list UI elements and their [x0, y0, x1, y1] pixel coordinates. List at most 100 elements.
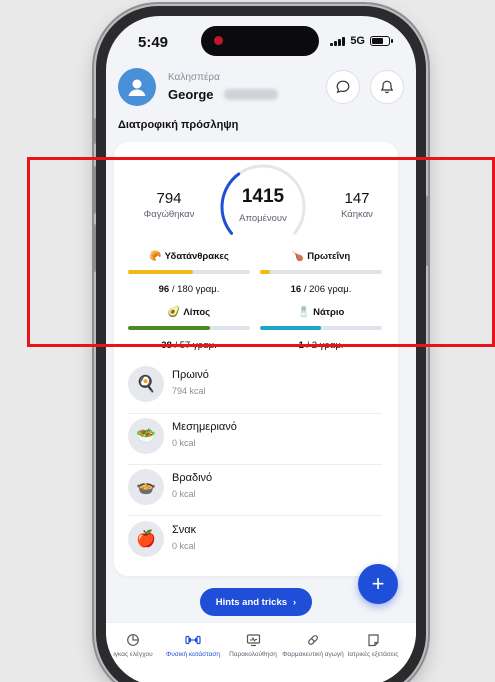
meal-name: Μεσημεριανό	[172, 421, 237, 433]
divider	[128, 515, 382, 516]
macro-label: Λίπος	[183, 307, 211, 318]
hints-button[interactable]: Hints and tricks ›	[200, 588, 312, 616]
remaining-value: 1415	[241, 186, 285, 207]
meal-name: Πρωινό	[172, 369, 209, 381]
macro-bar	[128, 270, 193, 274]
macro-bar	[260, 326, 321, 330]
status-time: 5:49	[138, 34, 169, 51]
macro-track	[260, 326, 382, 330]
macro-carbs: 🥐 Υδατάνθρακες 96 / 180 γραμ.	[128, 250, 250, 295]
app-screen: 5:49 5G Καλησπέρα George Διατροφική πρόσ…	[106, 16, 416, 682]
status-indicators: 5G	[330, 35, 393, 47]
eaten-stat: 794 Φαγώθηκαν	[132, 190, 206, 220]
monitor-icon	[222, 631, 284, 649]
macro-track	[260, 270, 382, 274]
macro-protein: 🍗 Πρωτεΐνη 16 / 206 γραμ.	[260, 250, 382, 295]
signal-icon	[330, 36, 346, 46]
meal-lunch[interactable]: 🥗 Μεσημεριανό 0 kcal	[128, 418, 378, 458]
nutrition-card: 794 Φαγώθηκαν 1415 Απομένουν 147 Κάηκαν …	[114, 142, 398, 576]
tab-label: Φυσική κατάσταση	[166, 651, 220, 658]
dinner-plate-icon: 🍲	[128, 469, 164, 505]
drumstick-icon: 🍗	[291, 250, 305, 262]
meal-name: Βραδινό	[172, 472, 213, 484]
tab-fitness[interactable]: Φυσική κατάσταση	[162, 631, 224, 659]
tab-monitoring[interactable]: Παρακολούθηση	[222, 631, 284, 659]
divider	[128, 464, 382, 465]
macro-bar	[260, 270, 270, 274]
macro-consumed: 96	[158, 284, 170, 295]
macro-consumed: 1	[298, 340, 304, 351]
pill-icon	[282, 631, 344, 649]
dumbbell-icon	[162, 631, 224, 649]
chat-bubble-icon	[336, 80, 350, 94]
chat-button[interactable]	[326, 70, 360, 104]
macro-track	[128, 326, 250, 330]
tab-medication[interactable]: Φαρμακευτική αγωγή	[282, 631, 344, 659]
macro-label: Υδατάνθρακες	[164, 251, 229, 262]
battery-icon	[370, 36, 393, 46]
header: Καλησπέρα George	[118, 68, 404, 108]
macro-sodium: 🧂 Νάτριο 1 / 2 γραμ.	[260, 306, 382, 351]
mute-switch	[92, 118, 96, 144]
remaining-label: Απομένουν	[239, 213, 287, 224]
bell-icon	[380, 80, 394, 94]
meal-kcal: 0 kcal	[172, 541, 196, 551]
username: George	[168, 87, 214, 102]
burned-stat: 147 Κάηκαν	[320, 190, 394, 220]
meal-dinner[interactable]: 🍲 Βραδινό 0 kcal	[128, 469, 378, 509]
dynamic-island	[201, 26, 319, 56]
add-button[interactable]: +	[358, 564, 398, 604]
meal-name: Σνακ	[172, 524, 197, 536]
hints-label: Hints and tricks	[215, 596, 288, 608]
tab-dashboard[interactable]: ιγκας ελέγχου	[106, 631, 164, 659]
tab-label: ιγκας ελέγχου	[113, 651, 153, 658]
macro-consumed: 38	[161, 340, 172, 351]
macro-total: / 206 γραμ.	[303, 284, 352, 295]
breakfast-pan-icon: 🍳	[128, 366, 164, 402]
meal-breakfast[interactable]: 🍳 Πρωινό 794 kcal	[128, 366, 378, 406]
chart-icon	[106, 631, 164, 649]
macro-label: Νάτριο	[313, 307, 345, 318]
salt-shaker-icon: 🧂	[297, 306, 311, 318]
salad-bowl-icon: 🥗	[128, 418, 164, 454]
volume-down-button	[92, 224, 96, 272]
meal-kcal: 0 kcal	[172, 438, 196, 448]
eaten-value: 794	[156, 190, 182, 207]
volume-up-button	[92, 166, 96, 214]
macro-label: Πρωτεΐνη	[307, 251, 351, 262]
tab-bar: ιγκας ελέγχου Φυσική κατάσταση Παρακολού…	[106, 622, 416, 682]
phone-frame: 5:49 5G Καλησπέρα George Διατροφική πρόσ…	[92, 6, 430, 682]
apple-icon: 🍎	[128, 521, 164, 557]
meal-snack[interactable]: 🍎 Σνακ 0 kcal	[128, 521, 378, 561]
macro-track	[128, 270, 250, 274]
macro-total: / 180 γραμ.	[171, 284, 220, 295]
meal-kcal: 0 kcal	[172, 489, 196, 499]
tab-label: Παρακολούθηση	[229, 651, 277, 658]
tab-label: Φαρμακευτική αγωγή	[282, 651, 344, 658]
avatar[interactable]	[118, 68, 156, 106]
macro-fat: 🥑 Λίπος 38 / 57 γραμ.	[128, 306, 250, 351]
burned-value: 147	[344, 190, 370, 207]
macro-consumed: 16	[290, 284, 302, 295]
notifications-button[interactable]	[370, 70, 404, 104]
clipboard-icon	[342, 631, 404, 649]
macro-total: / 2 γραμ.	[306, 340, 344, 351]
greeting-text: Καλησπέρα	[168, 72, 220, 83]
burned-label: Κάηκαν	[341, 209, 373, 220]
tab-label: Ιατρικές εξετάσεις	[347, 651, 399, 658]
avocado-icon: 🥑	[167, 306, 181, 318]
redacted-surname	[224, 89, 278, 100]
macro-total: / 57 γραμ.	[174, 340, 217, 351]
tab-medical-tests[interactable]: Ιατρικές εξετάσεις	[342, 631, 404, 659]
section-title: Διατροφική πρόσληψη	[118, 119, 239, 131]
power-button	[426, 196, 430, 266]
macro-bar	[128, 326, 210, 330]
chevron-right-icon: ›	[293, 596, 297, 608]
bread-icon: 🥐	[149, 250, 162, 262]
user-icon	[128, 79, 146, 96]
eaten-label: Φαγώθηκαν	[143, 209, 195, 220]
divider	[128, 413, 382, 414]
plus-icon: +	[371, 571, 385, 596]
meal-kcal: 794 kcal	[172, 386, 206, 396]
network-label: 5G	[350, 35, 365, 47]
